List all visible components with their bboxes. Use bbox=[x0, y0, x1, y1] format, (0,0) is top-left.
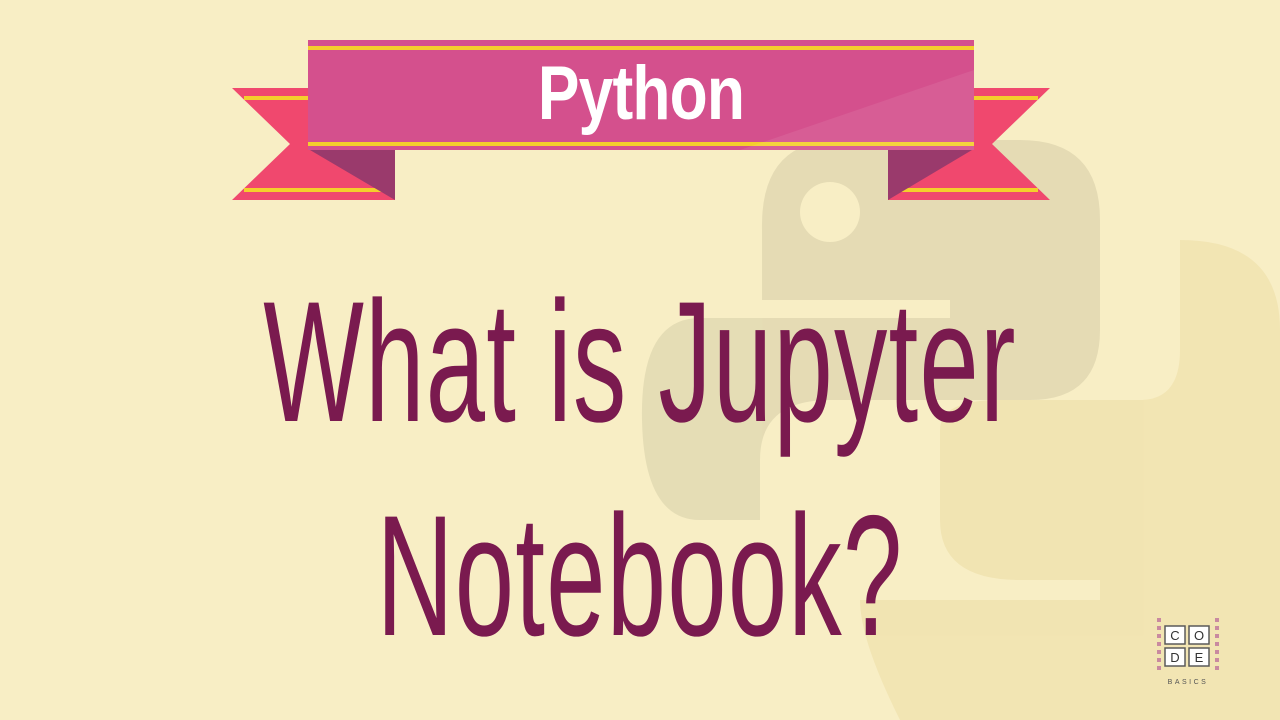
codebasics-logo-icon: C O D E BASICS bbox=[1157, 618, 1219, 686]
logo-letter-d: D bbox=[1170, 650, 1179, 665]
logo-letter-c: C bbox=[1170, 628, 1179, 643]
codebasics-logo: C O D E BASICS bbox=[1155, 616, 1221, 688]
main-title-line-2: Notebook? bbox=[376, 480, 904, 672]
logo-letter-e: E bbox=[1195, 650, 1204, 665]
logo-subtitle: BASICS bbox=[1168, 679, 1209, 686]
main-title-line-1: What is Jupyter bbox=[263, 266, 1017, 458]
logo-letter-o: O bbox=[1194, 628, 1204, 643]
ribbon-title: Python bbox=[537, 51, 745, 136]
slide: Python What is Jupyter Notebook? C O D E… bbox=[0, 0, 1280, 720]
